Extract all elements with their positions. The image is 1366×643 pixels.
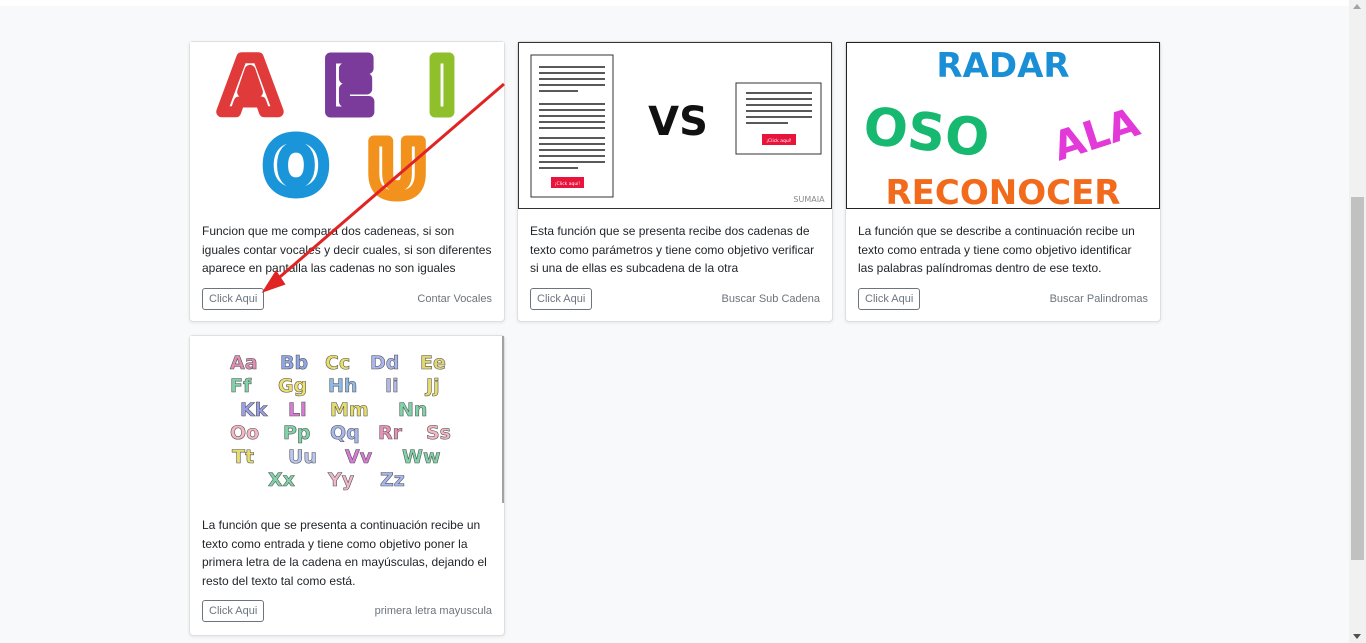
pair-oo: Oo (230, 422, 259, 444)
card-description: La función que se describe a continuació… (858, 224, 1135, 275)
vowel-u: U (367, 127, 427, 209)
card-buscar-palindromas: RADAR OSO ALA RECONOCER La función que s… (845, 41, 1161, 322)
svg-text:¡Click aquí!: ¡Click aquí! (766, 137, 792, 144)
pair-zz: Zz (380, 469, 405, 491)
page-scrollbar[interactable] (1349, 0, 1366, 643)
pair-gg: Gg (278, 375, 307, 397)
palindromes-image: RADAR OSO ALA RECONOCER (846, 42, 1160, 209)
pair-hh: Hh (328, 375, 357, 397)
word-reconocer: RECONOCER (886, 173, 1121, 209)
card-buscar-sub-cadena: ¡Click aquí! VS ¡Click aquí! SUMAIA Esta… (517, 41, 833, 322)
scrollbar-thumb[interactable] (1351, 197, 1364, 560)
vowel-a: A (221, 44, 278, 130)
pair-ii: Ii (385, 375, 399, 397)
pair-rr: Rr (378, 422, 403, 444)
card-primera-letra-mayuscula: Aa Bb Cc Dd Ee Ff Gg Hh Ii Jj Kk Ll Mm N… (189, 335, 505, 636)
pair-kk: Kk (240, 399, 268, 421)
scroll-down-icon[interactable] (1353, 634, 1361, 639)
watermark: SUMAIA (793, 195, 825, 204)
pair-ff: Ff (230, 375, 252, 397)
card-description: Esta función que se presenta recibe dos … (530, 224, 815, 275)
vowels-image: A E I O U (190, 42, 504, 209)
vowel-o: O (265, 124, 328, 209)
click-aqui-button[interactable]: Click Aqui (530, 288, 593, 310)
pair-ll: Ll (288, 399, 307, 421)
pair-mm: Mm (330, 399, 369, 421)
svg-text:¡Click aquí!: ¡Click aquí! (555, 180, 581, 187)
pair-vv: Vv (345, 446, 373, 468)
click-aqui-button[interactable]: Click Aqui (202, 288, 265, 310)
word-radar: RADAR (936, 46, 1069, 86)
click-aqui-button[interactable]: Click Aqui (858, 288, 921, 310)
pair-dd: Dd (370, 352, 399, 374)
pair-uu: Uu (288, 446, 317, 468)
card-description: La función que se presenta a continuació… (202, 518, 487, 588)
subcadena-image: ¡Click aquí! VS ¡Click aquí! SUMAIA (518, 42, 832, 209)
vowel-i: I (428, 44, 456, 130)
pair-bb: Bb (280, 352, 308, 374)
vs-label: VS (648, 99, 708, 145)
card-footer-label: Buscar Sub Cadena (721, 293, 820, 305)
pair-aa: Aa (230, 352, 258, 374)
pair-ww: Ww (402, 446, 441, 468)
vowel-e: E (324, 44, 375, 130)
alphabet-image: Aa Bb Cc Dd Ee Ff Gg Hh Ii Jj Kk Ll Mm N… (190, 336, 504, 503)
card-footer-label: primera letra mayuscula (374, 605, 492, 617)
card-description: Funcion que me compara dos cadeneas, si … (202, 224, 492, 275)
pair-xx: Xx (268, 469, 295, 491)
card-footer-label: Contar Vocales (417, 293, 492, 305)
card-contar-vocales: A E I O U Funcion que me compara dos cad… (189, 41, 505, 322)
pair-tt: Tt (232, 446, 254, 468)
top-band (0, 0, 1349, 6)
pair-nn: Nn (398, 399, 427, 421)
pair-ss: Ss (426, 422, 451, 444)
card-footer-label: Buscar Palindromas (1049, 293, 1148, 305)
pair-qq: Qq (330, 422, 360, 444)
pair-pp: Pp (283, 422, 311, 444)
pair-ee: Ee (420, 352, 446, 374)
pair-cc: Cc (325, 352, 350, 374)
pair-yy: Yy (327, 469, 355, 491)
pair-jj: Jj (424, 375, 440, 397)
scroll-up-icon[interactable] (1353, 4, 1361, 9)
click-aqui-button[interactable]: Click Aqui (202, 600, 265, 622)
